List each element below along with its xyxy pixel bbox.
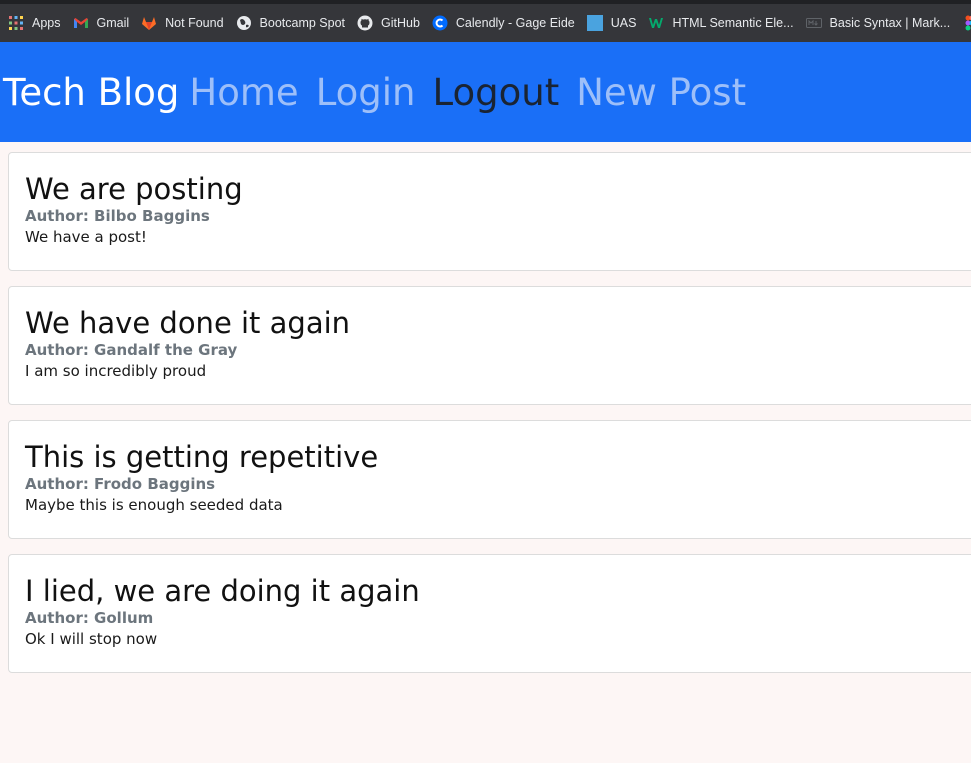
figma-icon (965, 15, 971, 31)
post-card[interactable]: I lied, we are doing it again Author: Go… (8, 554, 971, 673)
nav-link-login[interactable]: Login (316, 71, 416, 114)
globe-icon (236, 16, 251, 30)
bookmark-gmail[interactable]: Gmail (69, 9, 138, 37)
bookmarks-bar: Apps Gmail Not Found Bootcamp Spot GitHu… (0, 0, 971, 42)
apps-grid-icon (9, 16, 23, 30)
brand-title[interactable]: Tech Blog (3, 71, 179, 114)
post-card[interactable]: We are posting Author: Bilbo Baggins We … (8, 152, 971, 271)
uas-icon (586, 15, 603, 31)
post-title: We have done it again (25, 306, 351, 340)
bookmark-not-found[interactable]: Not Found (137, 9, 231, 37)
nav-link-new-post[interactable]: New Post (576, 71, 746, 114)
post-author: Author: Frodo Baggins (25, 475, 216, 493)
bookmark-label: GitHub (381, 16, 420, 30)
post-body: I am so incredibly proud (25, 362, 207, 380)
post-body: We have a post! (25, 228, 147, 246)
bookmark-uas[interactable]: UAS (583, 9, 645, 37)
bookmark-github[interactable]: GitHub (353, 9, 428, 37)
bookmark-apps[interactable]: Apps (4, 9, 69, 37)
bookmark-label: HTML Semantic Ele... (672, 16, 794, 30)
w3schools-icon (649, 18, 664, 28)
post-author: Author: Gollum (25, 609, 154, 627)
post-card[interactable]: This is getting repetitive Author: Frodo… (8, 420, 971, 539)
bookmark-label: Apps (32, 16, 61, 30)
bookmark-label: Not Found (165, 16, 224, 30)
gitlab-icon (142, 17, 157, 30)
navbar: Tech Blog Home Login Logout New Post (0, 42, 971, 142)
bookmark-label: Bootcamp Spot (259, 16, 345, 30)
github-icon (357, 15, 373, 31)
post-title: I lied, we are doing it again (25, 574, 420, 608)
bookmark-calendly[interactable]: Calendly - Gage Eide (428, 9, 583, 37)
post-author: Author: Bilbo Baggins (25, 207, 210, 225)
bookmark-label: Basic Syntax | Mark... (829, 16, 951, 30)
nav-link-home[interactable]: Home (189, 71, 298, 114)
post-card[interactable]: We have done it again Author: Gandalf th… (8, 286, 971, 405)
bookmark-bootcamp-spot[interactable]: Bootcamp Spot (232, 9, 353, 37)
post-body: Ok I will stop now (25, 630, 158, 648)
bookmark-label: Gmail (96, 16, 130, 30)
bookmark-html-semantic[interactable]: HTML Semantic Ele... (644, 9, 801, 37)
bookmark-label: UAS (610, 16, 637, 30)
bookmark-basic-syntax[interactable]: Basic Syntax | Mark... (802, 9, 959, 37)
calendly-icon (432, 15, 448, 31)
nav-link-logout[interactable]: Logout (433, 71, 560, 114)
markdown-icon (805, 18, 822, 28)
post-author: Author: Gandalf the Gray (25, 341, 238, 359)
bookmark-label: Calendly - Gage Eide (455, 16, 575, 30)
bookmark-figma[interactable] (958, 9, 971, 37)
post-title: This is getting repetitive (25, 440, 379, 474)
post-title: We are posting (25, 172, 243, 206)
post-body: Maybe this is enough seeded data (25, 496, 283, 514)
gmail-icon (73, 18, 88, 28)
